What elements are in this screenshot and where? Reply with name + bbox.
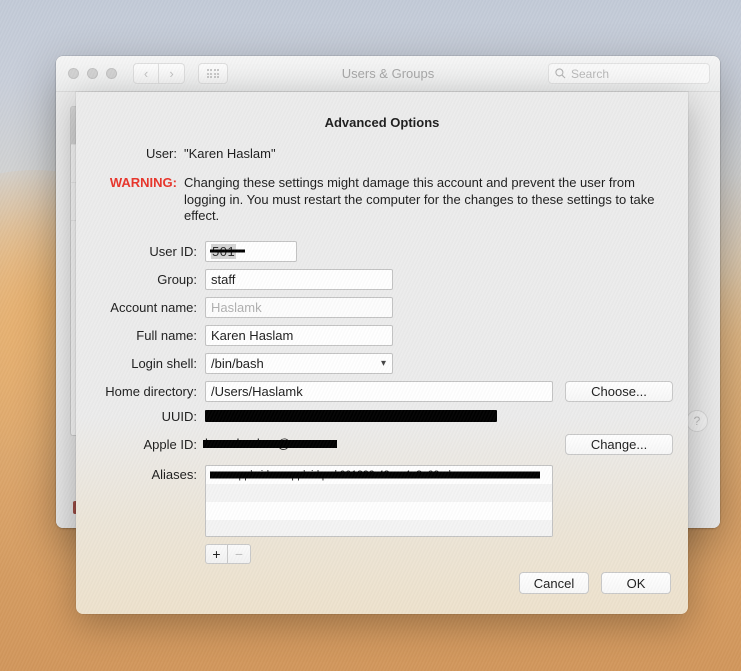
login-shell-label: Login shell:: [97, 356, 205, 371]
alias-add-remove-group: + −: [205, 544, 688, 564]
user-id-redaction: 501: [211, 244, 236, 259]
search-icon: [555, 68, 566, 79]
apple-id-label: Apple ID:: [97, 437, 205, 452]
uuid-label: UUID:: [97, 409, 205, 424]
account-name-label: Account name:: [97, 300, 205, 315]
group-label: Group:: [97, 272, 205, 287]
alias-item[interactable]: [206, 520, 552, 537]
minimize-button[interactable]: [87, 68, 98, 79]
account-name-input[interactable]: Haslamk: [205, 297, 393, 318]
home-directory-row: Home directory: /Users/Haslamk Choose...: [76, 381, 688, 402]
ok-button[interactable]: OK: [601, 572, 671, 594]
traffic-lights: [68, 68, 117, 79]
alias-redaction: com.apple.idms.appleid.prd.001223-42-aa4…: [210, 469, 548, 481]
warning-text: Changing these settings might damage thi…: [184, 175, 667, 225]
change-button[interactable]: Change...: [565, 434, 673, 455]
advanced-options-sheet: Advanced Options User: "Karen Haslam" WAR…: [76, 92, 688, 614]
full-name-label: Full name:: [97, 328, 205, 343]
user-label: User:: [97, 146, 177, 161]
uuid-redaction: [205, 410, 497, 422]
login-shell-select[interactable]: /bin/bash: [205, 353, 393, 374]
login-shell-select-wrap: /bin/bash ▾: [205, 353, 393, 374]
forward-button[interactable]: ›: [159, 63, 185, 84]
window-titlebar[interactable]: ‹ › Users & Groups Search: [56, 56, 720, 92]
home-directory-input[interactable]: /Users/Haslamk: [205, 381, 553, 402]
user-id-label: User ID:: [97, 244, 205, 259]
user-id-row: User ID: 501: [76, 241, 688, 262]
zoom-button[interactable]: [106, 68, 117, 79]
add-alias-button[interactable]: +: [205, 544, 228, 564]
apple-id-value-wrap: karenhaslam@me.com: [205, 435, 553, 453]
sheet-footer: Cancel OK: [519, 572, 671, 594]
login-shell-row: Login shell: /bin/bash ▾: [76, 353, 688, 374]
choose-button[interactable]: Choose...: [565, 381, 673, 402]
desktop-background: ‹ › Users & Groups Search: [0, 0, 741, 671]
apple-id-redaction: karenhaslam@me.com: [205, 436, 335, 451]
aliases-list[interactable]: com.apple.idms.appleid.prd.001223-42-aa4…: [205, 465, 553, 537]
home-directory-label: Home directory:: [97, 384, 205, 399]
alias-item[interactable]: [206, 484, 552, 502]
user-value: "Karen Haslam": [184, 146, 276, 161]
full-name-input[interactable]: Karen Haslam: [205, 325, 393, 346]
group-row: Group: staff: [76, 269, 688, 290]
alias-item[interactable]: com.apple.idms.appleid.prd.001223-42-aa4…: [206, 466, 552, 484]
aliases-label: Aliases:: [97, 465, 205, 482]
cancel-button[interactable]: Cancel: [519, 572, 589, 594]
back-button[interactable]: ‹: [133, 63, 159, 84]
uuid-row: UUID:: [76, 409, 688, 424]
remove-alias-button[interactable]: −: [228, 544, 251, 564]
warning-label: WARNING:: [97, 175, 177, 225]
show-all-button[interactable]: [198, 63, 228, 84]
sheet-title: Advanced Options: [76, 115, 688, 130]
search-placeholder: Search: [571, 67, 609, 81]
user-id-input[interactable]: 501: [205, 241, 297, 262]
alias-item[interactable]: [206, 502, 552, 520]
apple-id-row: Apple ID: karenhaslam@me.com Change...: [76, 434, 688, 455]
grid-icon: [207, 69, 220, 78]
warning-row: WARNING: Changing these settings might d…: [76, 175, 688, 225]
user-row: User: "Karen Haslam": [76, 146, 688, 161]
advanced-options-form: User ID: 501 Group: staff Account name: …: [76, 241, 688, 564]
full-name-row: Full name: Karen Haslam: [76, 325, 688, 346]
search-input[interactable]: Search: [548, 63, 710, 84]
group-input[interactable]: staff: [205, 269, 393, 290]
close-button[interactable]: [68, 68, 79, 79]
navigation-buttons: ‹ ›: [133, 63, 185, 84]
aliases-row: Aliases: com.apple.idms.appleid.prd.0012…: [76, 465, 688, 537]
account-name-row: Account name: Haslamk: [76, 297, 688, 318]
help-button[interactable]: ?: [686, 410, 708, 432]
